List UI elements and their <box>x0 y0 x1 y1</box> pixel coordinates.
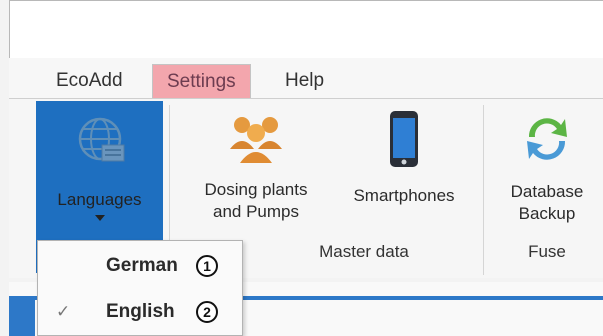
menu-item-label: English <box>106 301 175 322</box>
callout-badge: 2 <box>196 301 218 323</box>
smartphone-icon <box>390 111 418 167</box>
dosing-plants-label-1: Dosing plants <box>204 180 308 199</box>
callout-badge: 1 <box>196 255 218 277</box>
application-window: EcoAdd Settings Help Languages Dosing pl… <box>0 0 603 336</box>
group-label-master-data: Master data <box>319 242 409 261</box>
people-group-icon <box>230 117 282 163</box>
accent-bar-side <box>9 300 35 336</box>
database-backup-label-1: Database <box>510 182 584 201</box>
database-backup-label-2: Backup <box>518 204 576 223</box>
language-dropdown-menu: German 1 ✓ English 2 <box>37 240 243 336</box>
tab-help[interactable]: Help <box>271 64 338 98</box>
languages-label: Languages <box>57 190 142 209</box>
dosing-plants-label-2: and Pumps <box>213 202 299 221</box>
tab-settings[interactable]: Settings <box>152 64 251 98</box>
chevron-down-icon <box>94 215 105 221</box>
menu-item-english[interactable]: ✓ English 2 <box>38 290 242 334</box>
globe-icon <box>78 117 124 162</box>
group-label-fuse: Fuse <box>528 242 566 261</box>
menu-item-german[interactable]: German 1 <box>38 244 242 288</box>
title-bar <box>9 0 603 66</box>
smartphones-label: Smartphones <box>353 186 455 205</box>
sync-arrows-icon <box>527 118 567 160</box>
group-separator <box>483 105 484 275</box>
database-backup-button[interactable]: Database Backup <box>491 103 603 225</box>
ribbon-tab-row: EcoAdd Settings Help <box>9 58 603 98</box>
checkmark-icon: ✓ <box>56 302 71 321</box>
tab-ecoadd[interactable]: EcoAdd <box>42 64 137 98</box>
dosing-plants-button[interactable]: Dosing plants and Pumps <box>182 103 330 223</box>
menu-item-label: German <box>106 255 178 276</box>
smartphones-button[interactable]: Smartphones <box>337 103 471 207</box>
